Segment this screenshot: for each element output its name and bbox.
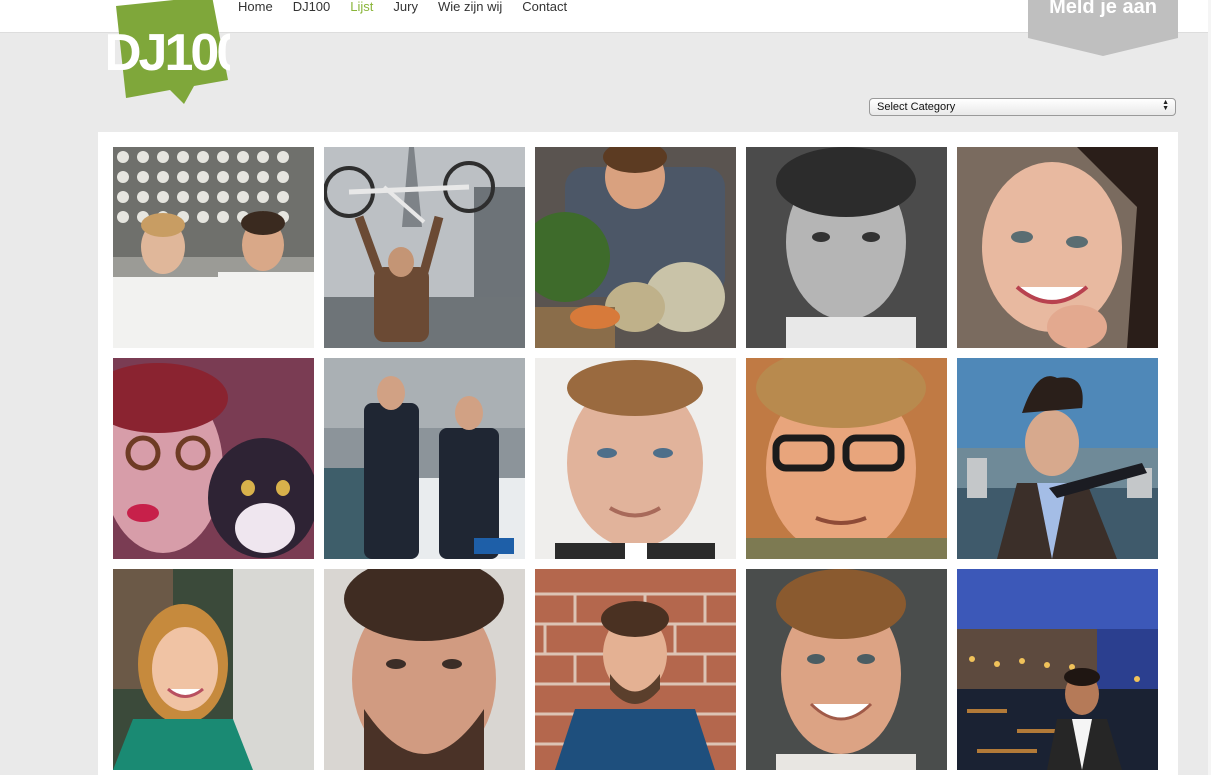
lab-duo-photo [113, 147, 314, 348]
photo-grid-panel [98, 132, 1178, 775]
nav-wie-zijn-wij[interactable]: Wie zijn wij [428, 0, 512, 14]
profile-photo-tile[interactable] [535, 569, 736, 770]
bicycle-lift-photo [324, 147, 525, 348]
nav-dj100[interactable]: DJ100 [283, 0, 341, 14]
signup-label: Meld je aan [1049, 0, 1157, 18]
bearded-man-photo [324, 569, 525, 770]
glasses-man-photo [746, 358, 947, 559]
cat-selfie-photo [113, 358, 314, 559]
nav-jury[interactable]: Jury [383, 0, 428, 14]
profile-photo-tile[interactable] [113, 569, 314, 770]
profile-photo-tile[interactable] [957, 147, 1158, 348]
profile-photo-tile[interactable] [324, 358, 525, 559]
profile-photo-tile[interactable] [957, 569, 1158, 770]
red-hair-woman-photo [113, 569, 314, 770]
signup-banner[interactable]: Meld je aan [1028, 0, 1178, 56]
profile-photo-tile[interactable] [324, 147, 525, 348]
profile-photo-tile[interactable] [324, 569, 525, 770]
category-select[interactable]: Select Category ▲ ▼ [869, 98, 1176, 116]
logo-badge-icon: DJ100 [104, 0, 246, 104]
nav-home[interactable]: Home [237, 0, 283, 14]
profile-photo-tile[interactable] [746, 358, 947, 559]
main-nav: Home DJ100 Lijst Jury Wie zijn wij Conta… [237, 0, 577, 14]
profile-photo-tile[interactable] [746, 569, 947, 770]
profile-photo-tile[interactable] [746, 147, 947, 348]
profile-photo-tile[interactable] [535, 358, 736, 559]
night-paris-photo [957, 569, 1158, 770]
profile-photo-tile[interactable] [535, 147, 736, 348]
profile-photo-tile[interactable] [113, 147, 314, 348]
windy-suit-photo [957, 358, 1158, 559]
profile-photo-tile[interactable] [957, 358, 1158, 559]
profile-photo-tile[interactable] [113, 358, 314, 559]
taxi-duo-photo [324, 358, 525, 559]
dj100-logo[interactable]: DJ100 [104, 0, 246, 108]
nav-lijst[interactable]: Lijst [340, 0, 383, 14]
nav-contact[interactable]: Contact [512, 0, 577, 14]
logo-text: DJ100 [108, 24, 230, 82]
select-arrows-icon: ▲ ▼ [1162, 99, 1169, 112]
bw-portrait-photo [746, 147, 947, 348]
brick-wall-photo [535, 569, 736, 770]
smiling-woman-photo [957, 147, 1158, 348]
smiling-man-photo [746, 569, 947, 770]
portrait-man-photo [535, 358, 736, 559]
vegetables-photo [535, 147, 736, 348]
category-select-value: Select Category [877, 101, 956, 113]
